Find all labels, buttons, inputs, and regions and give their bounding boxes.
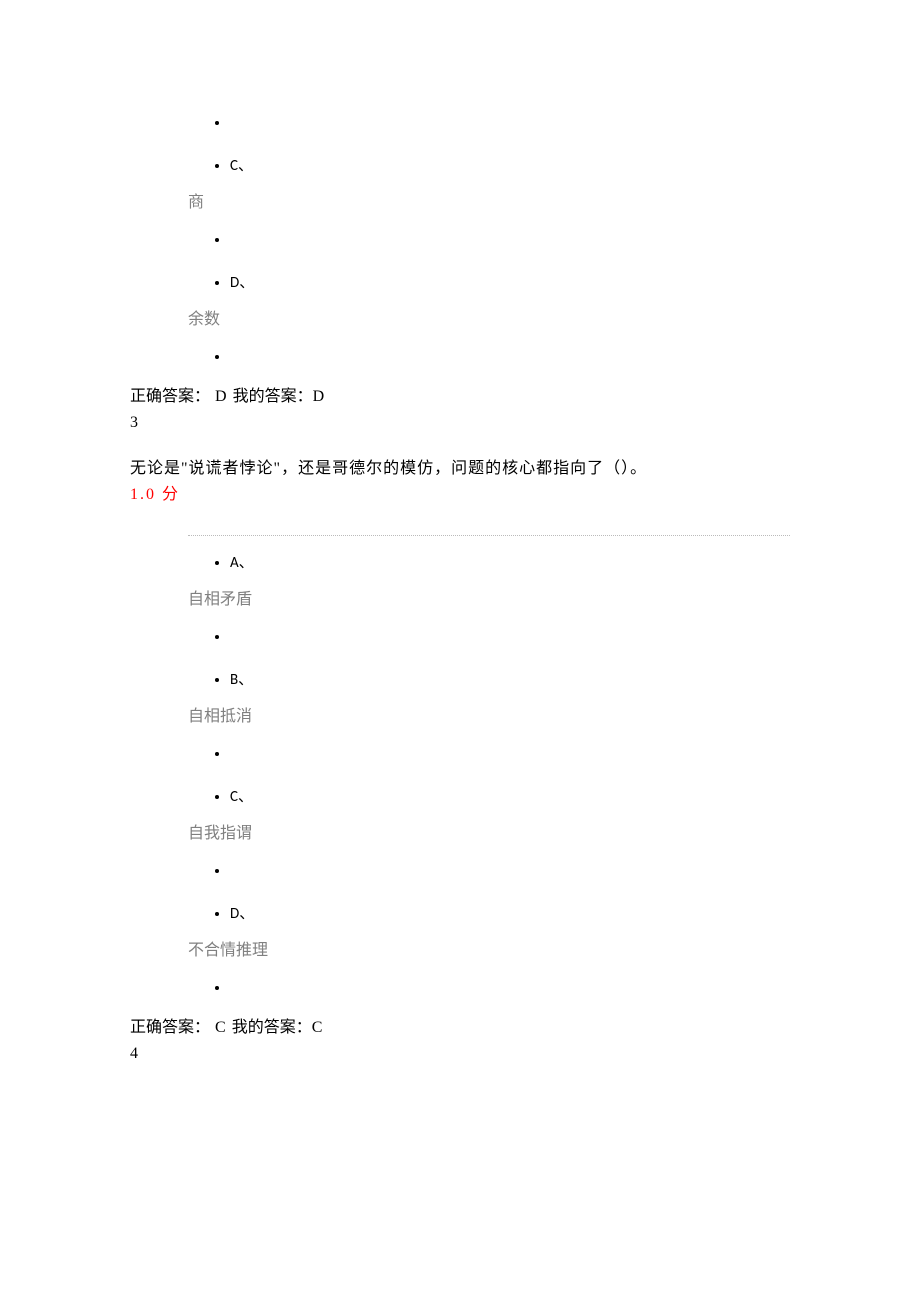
option-label-c: C、 — [230, 147, 790, 186]
option-label-b: B、 — [230, 661, 790, 700]
option-label-d: D、 — [230, 264, 790, 303]
option-text-a: 自相矛盾 — [188, 588, 790, 612]
correct-answer-value: C — [215, 1019, 227, 1036]
correct-answer-label: 正确答案： — [130, 388, 210, 405]
bullet-spacer — [230, 731, 790, 778]
option-list: D、 — [188, 848, 790, 933]
question-number-3: 3 — [130, 411, 790, 435]
option-list — [188, 965, 790, 1012]
option-list: C、 — [188, 100, 790, 185]
option-label-a: A、 — [230, 544, 790, 583]
option-list — [188, 334, 790, 381]
question-3-text: 无论是"说谎者悖论"，还是哥德尔的模仿，问题的核心都指向了（）。 — [130, 457, 790, 481]
my-answer-value: D — [313, 388, 326, 405]
option-text-d: 余数 — [188, 308, 790, 332]
bullet-spacer — [230, 614, 790, 661]
my-answer-label: 我的答案： — [232, 1019, 312, 1036]
option-label-d: D、 — [230, 895, 790, 934]
option-list: C、 — [188, 731, 790, 816]
option-list: A、 — [188, 544, 790, 583]
bullet-spacer — [230, 334, 790, 381]
question-number-4: 4 — [130, 1042, 790, 1066]
question-3-score: 1.0 分 — [130, 483, 790, 507]
question-3-options: A、 自相矛盾 B、 自相抵消 C、 自我指谓 D、 不合情推理 — [188, 535, 790, 1012]
my-answer-label: 我的答案： — [233, 388, 313, 405]
bullet-spacer — [230, 965, 790, 1012]
bullet-spacer — [230, 848, 790, 895]
prev-answer-line: 正确答案： D 我的答案：D — [130, 385, 790, 409]
option-text-c: 自我指谓 — [188, 822, 790, 846]
my-answer-value: C — [312, 1019, 324, 1036]
q3-answer-line: 正确答案： C 我的答案：C — [130, 1016, 790, 1040]
prev-question-options: C、 商 D、 余数 — [188, 100, 790, 381]
option-text-c: 商 — [188, 191, 790, 215]
option-text-d: 不合情推理 — [188, 939, 790, 963]
divider — [188, 535, 790, 536]
option-text-b: 自相抵消 — [188, 705, 790, 729]
bullet-spacer — [230, 100, 790, 147]
correct-answer-value: D — [215, 388, 228, 405]
option-list: D、 — [188, 217, 790, 302]
bullet-spacer — [230, 217, 790, 264]
option-label-c: C、 — [230, 778, 790, 817]
correct-answer-label: 正确答案： — [130, 1019, 210, 1036]
option-list: B、 — [188, 614, 790, 699]
